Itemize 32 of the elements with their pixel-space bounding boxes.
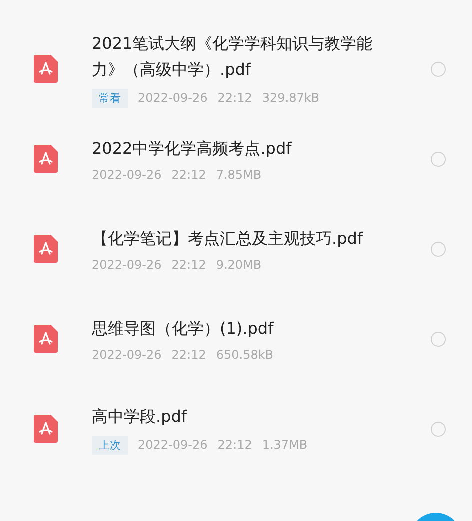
pdf-file-icon — [34, 55, 58, 83]
file-time: 22:12 — [172, 348, 206, 362]
pdf-file-icon — [34, 325, 58, 353]
select-radio[interactable] — [431, 62, 446, 76]
file-size: 9.20MB — [216, 258, 262, 272]
file-size: 650.58kB — [216, 348, 274, 362]
select-radio[interactable] — [431, 242, 446, 256]
select-radio[interactable] — [431, 152, 446, 166]
file-date: 2022-09-26 — [138, 438, 208, 452]
select-radio[interactable] — [431, 332, 446, 346]
file-size: 7.85MB — [216, 168, 262, 182]
file-name[interactable]: 2021笔试大纲《化学学科知识与教学能力》（高级中学）.pdf — [92, 30, 401, 82]
file-time: 22:12 — [218, 91, 252, 105]
pdf-file-icon — [34, 235, 58, 263]
file-date: 2022-09-26 — [92, 168, 162, 182]
file-name[interactable]: 思维导图（化学）(1).pdf — [92, 316, 401, 342]
select-radio[interactable] — [431, 422, 446, 436]
file-date: 2022-09-26 — [92, 348, 162, 362]
file-time: 22:12 — [172, 168, 206, 182]
file-date: 2022-09-26 — [138, 91, 208, 105]
file-tag: 常看 — [92, 88, 128, 108]
file-size: 329.87kB — [262, 91, 320, 105]
file-tag: 上次 — [92, 436, 128, 454]
file-time: 22:12 — [172, 258, 206, 272]
file-name[interactable]: 2022中学化学高频考点.pdf — [92, 136, 401, 162]
file-date: 2022-09-26 — [92, 258, 162, 272]
file-name[interactable]: 高中学段.pdf — [92, 404, 401, 430]
file-size: 1.37MB — [262, 438, 308, 452]
pdf-file-icon — [34, 415, 58, 443]
file-time: 22:12 — [218, 438, 252, 452]
pdf-file-icon — [34, 145, 58, 173]
file-name[interactable]: 【化学笔记】考点汇总及主观技巧.pdf — [92, 226, 401, 252]
